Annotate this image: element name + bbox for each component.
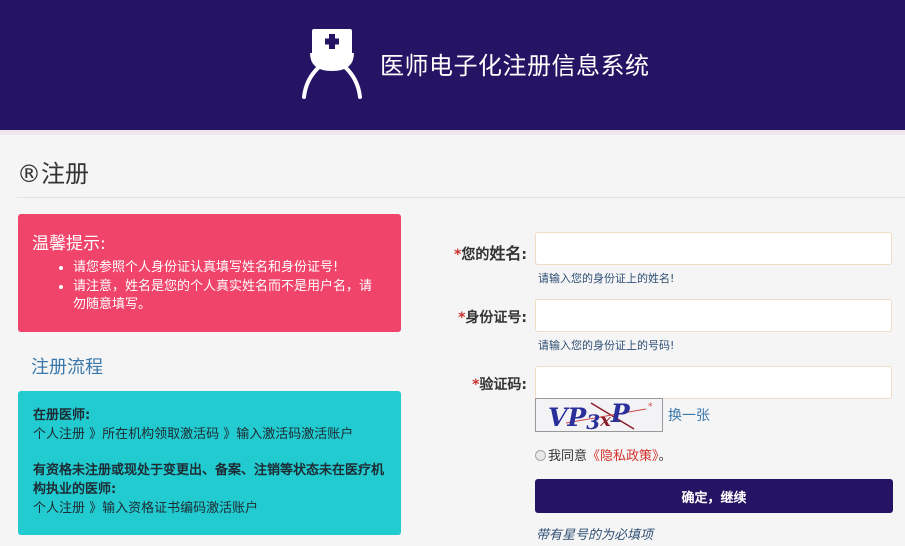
tip-item: 请您参照个人身份证认真填写姓名和身份证号!	[73, 259, 383, 277]
flow-heading: 有资格未注册或现处于变更出、备案、注销等状态未在医疗机构执业的医师:	[33, 463, 385, 497]
flow-block-unregistered: 有资格未注册或现处于变更出、备案、注销等状态未在医疗机构执业的医师: 个人注册 …	[33, 461, 395, 518]
flow-steps: 个人注册 》所在机构领取激活码 》输入激活码激活账户	[33, 427, 354, 442]
id-number-label-text: 身份证号:	[465, 310, 527, 326]
captcha-text: VP3xP	[548, 399, 631, 431]
name-input[interactable]	[535, 232, 892, 265]
flow-panel: 在册医师: 个人注册 》所在机构领取激活码 》输入激活码激活账户 有资格未注册或…	[18, 391, 401, 535]
required-note: 带有星号的为必填项	[536, 528, 654, 543]
captcha-image[interactable]: VP3xP *	[535, 398, 663, 432]
captcha-graphic: VP3xP *	[548, 399, 653, 431]
agreement-row: 我同意《隐私政策》。	[535, 445, 672, 464]
header-divider	[0, 130, 905, 135]
submit-button[interactable]: 确定，继续	[535, 479, 893, 513]
app-title: 医师电子化注册信息系统	[380, 52, 650, 80]
agreement-radio[interactable]	[535, 450, 546, 461]
name-label-suffix: :	[521, 247, 527, 263]
name-label-main: 姓名	[489, 244, 522, 263]
app-header: 医师电子化注册信息系统	[0, 0, 905, 130]
svg-text:*: *	[648, 402, 653, 412]
tips-panel: 温馨提示: 请您参照个人身份证认真填写姓名和身份证号! 请注意，姓名是您的个人真…	[18, 214, 401, 332]
name-label-prefix: 您的	[461, 247, 490, 263]
flow-heading: 在册医师:	[33, 408, 91, 423]
id-number-input[interactable]	[535, 299, 892, 332]
doctor-nurse-cap-icon	[302, 29, 362, 99]
tips-list: 请您参照个人身份证认真填写姓名和身份证号! 请注意，姓名是您的个人真实姓名而不是…	[73, 259, 383, 315]
captcha-refresh-link[interactable]: 换一张	[668, 405, 710, 425]
flow-steps: 个人注册 》输入资格证书编码激活账户	[33, 501, 259, 516]
id-number-hint: 请输入您的身份证上的号码!	[538, 339, 675, 352]
name-hint: 请输入您的身份证上的姓名!	[538, 272, 675, 285]
agreement-prefix: 我同意	[548, 449, 588, 464]
captcha-label: *验证码:	[472, 374, 527, 394]
flow-block-registered: 在册医师: 个人注册 》所在机构领取激活码 》输入激活码激活账户	[33, 406, 395, 444]
id-number-label: *身份证号:	[458, 307, 527, 327]
captcha-input[interactable]	[535, 366, 892, 399]
privacy-policy-link[interactable]: 《隐私政策》	[587, 449, 659, 464]
agreement-suffix: 。	[658, 449, 672, 464]
page-title: ®注册	[17, 160, 89, 188]
captcha-label-text: 验证码:	[479, 377, 527, 393]
title-divider	[17, 197, 905, 198]
tip-item: 请注意，姓名是您的个人真实姓名而不是用户名，请勿随意填写。	[73, 278, 383, 314]
name-label: *您的姓名:	[454, 240, 527, 264]
flow-title: 注册流程	[31, 357, 103, 378]
tips-heading: 温馨提示:	[32, 234, 106, 254]
